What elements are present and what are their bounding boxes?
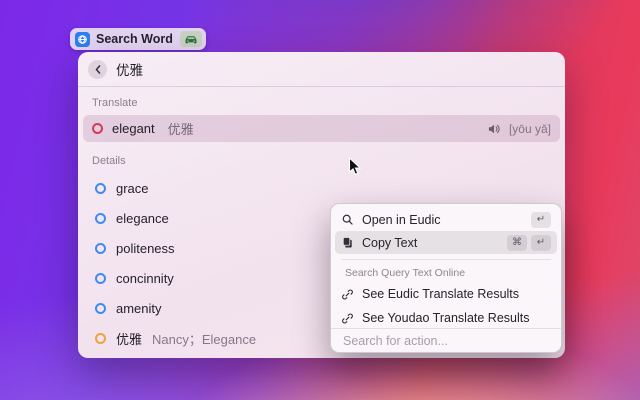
link-icon	[341, 312, 354, 325]
detail-text: amenity	[116, 301, 162, 316]
menu-item-label: Open in Eudic	[362, 213, 441, 227]
pill-label: Search Word	[96, 32, 173, 46]
detail-item[interactable]: grace	[78, 173, 565, 203]
page-title: 优雅	[116, 59, 143, 79]
detail-text: concinnity	[116, 271, 174, 286]
translated-word: elegant	[112, 121, 155, 136]
command-keycap: ⌘	[507, 235, 527, 251]
link-icon	[341, 288, 354, 301]
menu-item-label: See Youdao Translate Results	[362, 311, 529, 325]
menu-divider	[341, 259, 551, 260]
menu-item-copy-text[interactable]: Copy Text ⌘ ↵	[335, 231, 557, 254]
action-search-bar	[331, 328, 561, 352]
car-icon	[180, 31, 202, 47]
bullet-ring-icon	[95, 183, 106, 194]
search-word-pill[interactable]: Search Word	[70, 28, 206, 50]
speaker-icon[interactable]	[487, 122, 501, 136]
actions-menu: Open in Eudic ↵ Copy Text ⌘ ↵ Search Que…	[330, 203, 562, 353]
detail-text: 优雅	[116, 329, 142, 348]
menu-item-see-eudic-results[interactable]: See Eudic Translate Results	[335, 282, 557, 306]
menu-item-label: See Eudic Translate Results	[362, 287, 519, 301]
detail-secondary-text: Nancy；Elegance	[152, 329, 256, 348]
desktop: Search Word 优雅 Translate elegant 优雅	[0, 0, 640, 400]
copy-icon	[341, 236, 354, 249]
translate-result-row[interactable]: elegant 优雅 [yōu yǎ]	[83, 115, 560, 142]
menu-item-see-youdao-results[interactable]: See Youdao Translate Results	[335, 306, 557, 330]
menu-item-label: Copy Text	[362, 236, 417, 250]
return-keycap: ↵	[531, 235, 551, 251]
panel-header: 优雅	[78, 52, 565, 87]
detail-text: grace	[116, 181, 149, 196]
action-search-input[interactable]	[341, 333, 551, 349]
menu-section-label: Search Query Text Online	[345, 267, 547, 279]
pronunciation: [yōu yǎ]	[509, 122, 551, 136]
bullet-ring-icon	[95, 273, 106, 284]
translate-section-label: Translate	[92, 97, 551, 109]
bullet-ring-icon	[95, 243, 106, 254]
bullet-ring-icon	[95, 213, 106, 224]
menu-item-open-in-eudic[interactable]: Open in Eudic ↵	[335, 208, 557, 231]
back-button[interactable]	[88, 60, 107, 79]
search-icon	[341, 213, 354, 226]
translate-app-icon	[75, 32, 90, 47]
detail-text: politeness	[116, 241, 175, 256]
chevron-left-icon	[94, 65, 102, 74]
bullet-ring-icon	[95, 303, 106, 314]
bullet-ring-icon	[92, 123, 103, 134]
details-section-label: Details	[92, 155, 551, 167]
detail-text: elegance	[116, 211, 169, 226]
return-keycap: ↵	[531, 212, 551, 228]
bullet-ring-icon	[95, 333, 106, 344]
translation-text: 优雅	[168, 119, 194, 138]
